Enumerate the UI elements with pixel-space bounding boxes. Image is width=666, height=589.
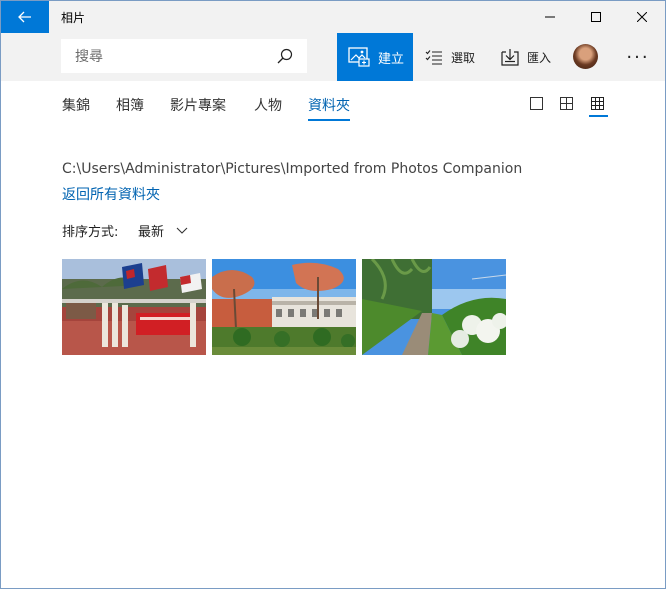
photo-thumbnail-garden[interactable] [362,259,506,355]
folder-path: C:\Users\Administrator\Pictures\Imported… [62,161,523,177]
single-view-icon [530,97,543,110]
chevron-down-icon [176,227,188,234]
close-icon [637,12,647,22]
command-bar: 建立 選取 匯入 ··· [1,33,665,81]
photo-thumbnail-trees[interactable] [212,259,356,355]
garden-photo [362,259,506,355]
tab-people[interactable]: 人物 [254,95,282,119]
view-single-button[interactable] [529,95,547,113]
search-box [61,39,307,75]
app-title: 相片 [61,11,86,25]
sort-label: 排序方式: [62,225,119,240]
photo-thumbnail-parade[interactable] [62,259,206,355]
search-icon[interactable] [277,48,293,64]
back-to-all-folders-link[interactable]: 返回所有資料夾 [62,184,160,204]
account-avatar[interactable] [573,44,598,69]
arrow-left-icon [18,11,31,23]
small-grid-icon [591,97,604,110]
minimize-icon [545,16,555,18]
more-options-button[interactable]: ··· [623,43,653,71]
create-icon [348,47,370,67]
maximize-button[interactable] [573,1,619,33]
tab-albums[interactable]: 相簿 [116,95,144,119]
view-medium-grid-button[interactable] [559,95,577,113]
title-bar: 相片 [1,1,665,33]
import-button[interactable]: 匯入 [501,33,551,81]
close-button[interactable] [619,1,665,33]
parade-photo [62,259,206,355]
view-small-grid-button[interactable] [589,95,608,117]
search-input[interactable] [73,39,277,75]
maximize-icon [591,12,601,22]
tab-folders[interactable]: 資料夾 [308,95,350,121]
select-label: 選取 [451,50,476,65]
create-label: 建立 [378,51,405,67]
import-icon [501,48,519,66]
photos-app-window: 相片 搜尋 建立 選取 匯入 ··· 集錦 相簿 影片專案 人物 資料夾 C:\… [0,0,666,589]
trees-photo [212,259,356,355]
sort-value: 最新 [138,225,165,240]
select-button[interactable]: 選取 [425,33,475,81]
tab-collection[interactable]: 集錦 [62,95,90,119]
medium-grid-icon [560,97,573,110]
create-button[interactable]: 建立 [337,33,413,81]
sort-dropdown[interactable]: 最新 [138,221,188,240]
checklist-icon [425,49,443,65]
tab-video-projects[interactable]: 影片專案 [170,95,226,119]
import-label: 匯入 [527,50,552,65]
minimize-button[interactable] [527,1,573,33]
back-button[interactable] [1,1,49,33]
